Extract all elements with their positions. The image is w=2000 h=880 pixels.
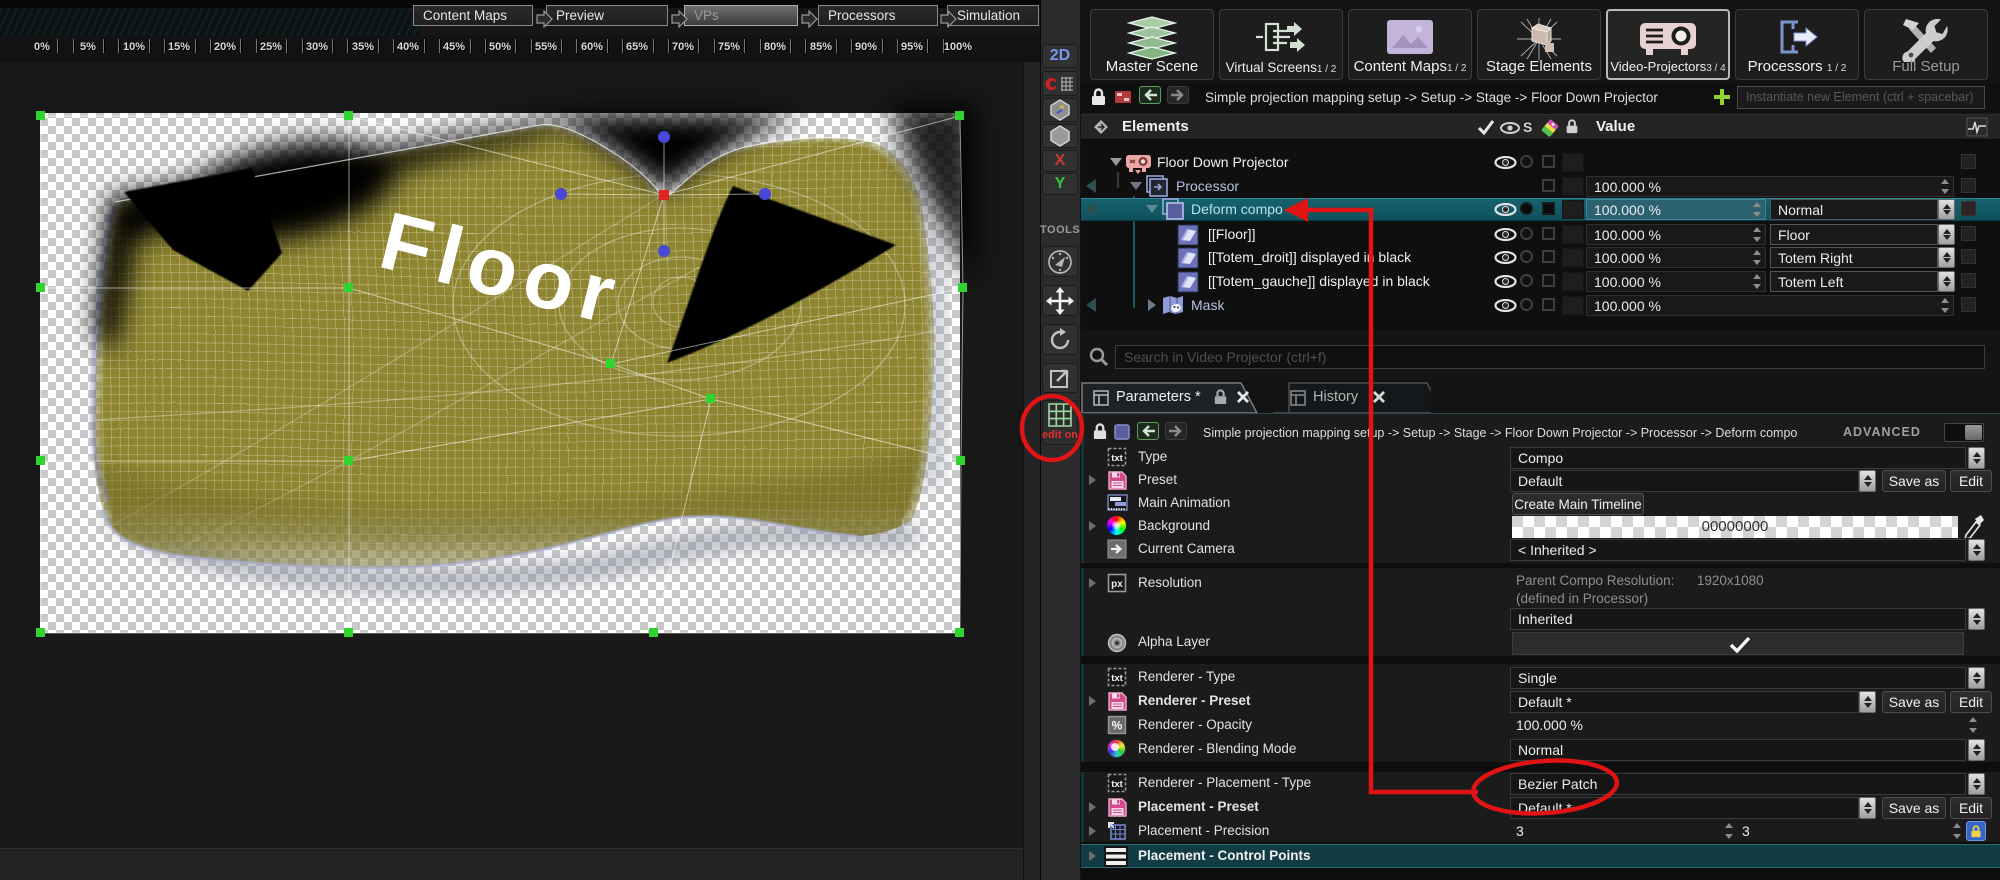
svg-text:%: %	[1112, 719, 1123, 733]
svg-text:txt: txt	[1111, 673, 1123, 684]
svg-text:txt: txt	[1111, 779, 1123, 790]
svg-text:txt: txt	[1111, 453, 1123, 464]
svg-text:px: px	[1111, 579, 1123, 590]
